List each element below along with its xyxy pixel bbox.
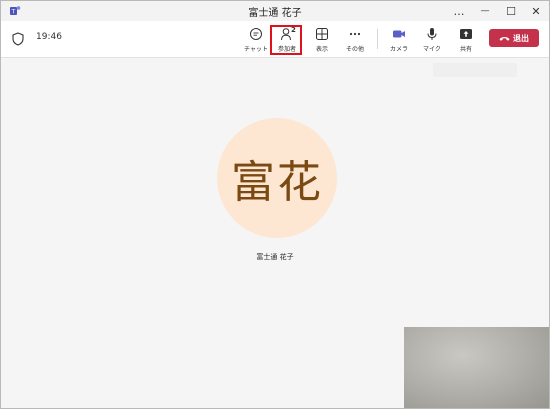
participants-highlight-box: [270, 25, 302, 55]
view-button[interactable]: 表示: [307, 25, 337, 53]
chat-button[interactable]: チャット: [241, 25, 271, 53]
window-more-button[interactable]: …: [446, 1, 472, 21]
more-dots-icon: [349, 32, 361, 36]
shield-icon: [12, 32, 24, 46]
notification-placeholder: [433, 63, 517, 77]
call-timer: 19:46: [36, 32, 62, 42]
avatar-initials: 富花: [231, 157, 323, 208]
view-grid-icon: [316, 28, 328, 40]
leave-label: 退出: [513, 33, 529, 43]
share-label: 共有: [459, 46, 472, 53]
more-actions-button[interactable]: その他: [340, 25, 370, 53]
close-window-button[interactable]: ✕: [523, 1, 549, 21]
share-button[interactable]: 共有: [451, 25, 481, 53]
participant-avatar: 富花: [217, 118, 337, 238]
share-icon: [460, 29, 472, 39]
meeting-stage: 富花 富士通 花子: [1, 58, 549, 408]
chat-label: チャット: [244, 46, 268, 53]
view-label: 表示: [315, 46, 328, 53]
mic-label: マイク: [423, 46, 441, 53]
chat-icon: [250, 28, 262, 40]
phone-hangup-icon: [499, 36, 510, 41]
mic-icon: [427, 28, 437, 40]
self-view-video[interactable]: [404, 327, 549, 408]
camera-icon: [393, 30, 405, 38]
participant-name: 富士通 花子: [256, 253, 294, 261]
leave-button[interactable]: 退出: [489, 29, 539, 47]
more-label: その他: [345, 46, 364, 53]
mic-button[interactable]: マイク: [417, 25, 447, 53]
maximize-button[interactable]: ☐: [498, 1, 524, 21]
teams-call-window: T 富士通 花子 … — ☐ ✕ 19:46 チャット 2 参加者 表示 その他…: [0, 0, 550, 409]
title-bar: T 富士通 花子 … — ☐ ✕: [1, 1, 549, 21]
camera-label: カメラ: [389, 46, 408, 53]
minimize-button[interactable]: —: [472, 1, 498, 21]
camera-button[interactable]: カメラ: [384, 25, 414, 53]
toolbar-divider: [377, 29, 378, 49]
